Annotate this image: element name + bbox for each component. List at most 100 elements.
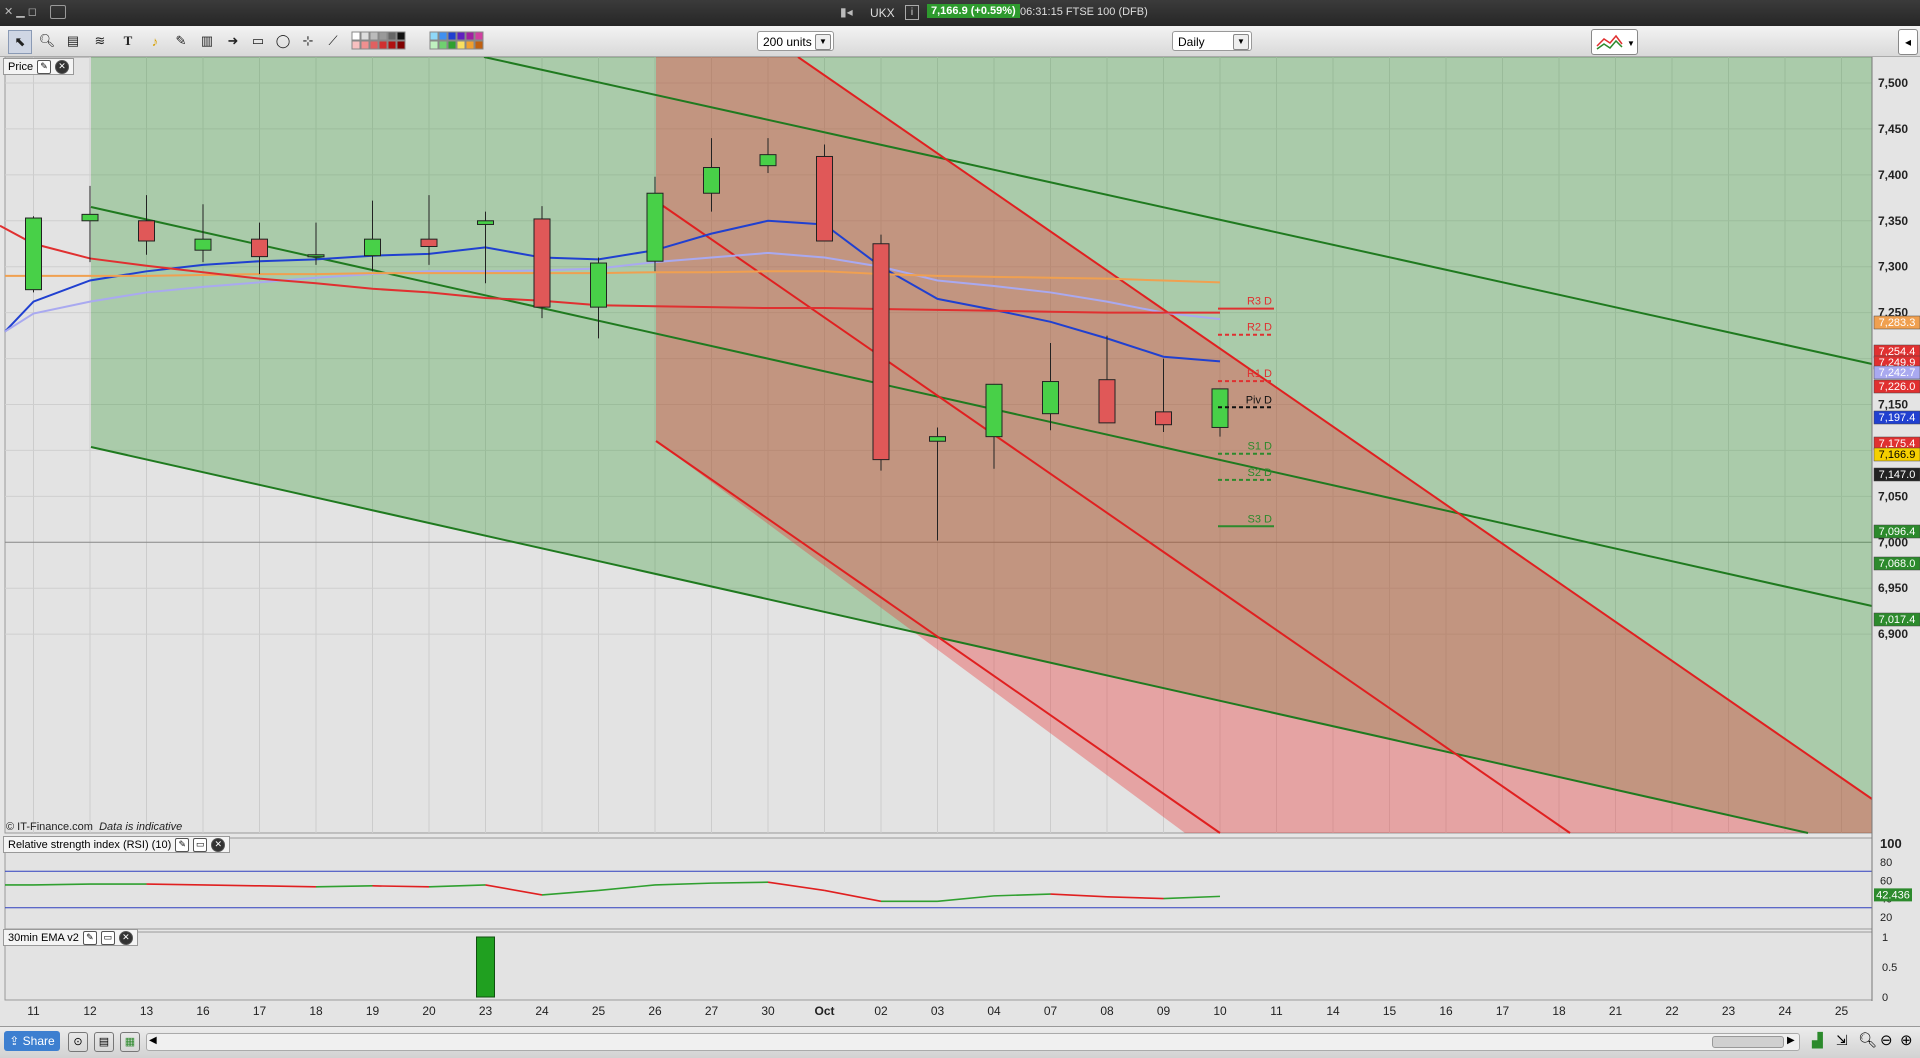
price-badge-label: 7,166.9 <box>1879 449 1916 461</box>
candle-body <box>420 238 438 248</box>
title-bar: ✕ ▁ ◻ ▮◂ UKX i 7,166.9 (+0.59%) 06:31:15… <box>0 0 1920 26</box>
arrow-right-icon[interactable]: ➜ <box>222 30 244 52</box>
x-tick-label: 03 <box>931 1004 945 1018</box>
price-tick-label: 7,400 <box>1878 168 1908 182</box>
ellipse-icon[interactable]: ◯ <box>272 30 294 52</box>
candle-body <box>816 155 833 242</box>
x-tick-label: 24 <box>1778 1004 1792 1018</box>
x-tick-label: 04 <box>987 1004 1001 1018</box>
units-select[interactable]: 200 units ▼ <box>757 31 834 51</box>
ema-panel-title: 30min EMA v2 <box>8 931 79 944</box>
x-tick-label: 14 <box>1326 1004 1340 1018</box>
x-tick-label: 07 <box>1044 1004 1058 1018</box>
candle-body <box>25 217 42 291</box>
candle-body <box>985 383 1003 438</box>
rsi-line-segment <box>146 883 204 886</box>
x-tick-label: 26 <box>648 1004 662 1018</box>
x-tick-label: 27 <box>705 1004 719 1018</box>
sidebar-toggle[interactable]: ◂ <box>1898 29 1918 55</box>
x-tick-label: 15 <box>1383 1004 1397 1018</box>
candle-body <box>81 213 99 222</box>
text-tool-icon[interactable]: T <box>117 30 139 52</box>
price-tick-label: 7,150 <box>1878 398 1908 412</box>
price-badge-label: 7,096.4 <box>1879 526 1916 538</box>
close-icon[interactable]: ✕ <box>118 930 133 945</box>
price-badge-label: 7,242.7 <box>1879 367 1916 379</box>
layout-icon[interactable]: ▦ <box>120 1032 140 1052</box>
pointer-icon[interactable]: ⬉ <box>8 30 32 54</box>
pivot-label: S1 D <box>1248 441 1273 453</box>
rsi-line-segment <box>202 884 260 887</box>
browser-tab-icon[interactable] <box>50 5 66 19</box>
zoom-in-icon[interactable]: ⊕ <box>1900 1031 1913 1049</box>
x-tick-label: 23 <box>1722 1004 1736 1018</box>
fibonacci-icon[interactable]: ▤ <box>62 30 84 52</box>
price-tick-label: 7,500 <box>1878 76 1908 90</box>
rsi-tick-label: 20 <box>1880 912 1892 924</box>
template-icon[interactable]: ▤ <box>94 1032 114 1052</box>
x-tick-label: 24 <box>535 1004 549 1018</box>
x-tick-label: 17 <box>1496 1004 1510 1018</box>
x-tick-label: 23 <box>479 1004 493 1018</box>
rsi-panel-title: Relative strength index (RSI) (10) <box>8 838 172 851</box>
ema-panel-bg <box>4 931 1873 1001</box>
candle-body <box>251 238 268 258</box>
wrench-icon[interactable]: ✎ <box>82 930 97 945</box>
candle-body <box>759 154 777 167</box>
info-icon[interactable]: i <box>905 5 919 20</box>
rsi-line-segment <box>33 883 91 886</box>
trend-line-icon[interactable]: ⟋ <box>322 30 344 52</box>
price-panel-title: Price <box>8 60 34 73</box>
period-select[interactable]: Daily ▼ <box>1172 31 1252 51</box>
magic-wand-icon[interactable]: ✎ <box>170 30 192 52</box>
x-tick-label: 30 <box>761 1004 775 1018</box>
candle-body <box>703 167 720 194</box>
wrench-icon[interactable]: ✎ <box>37 59 52 74</box>
zoom-icon[interactable]: 🔍︎ <box>36 30 58 52</box>
chart-type-button[interactable]: ▼ <box>1591 29 1638 55</box>
copyright: © IT-Finance.com <box>6 821 93 833</box>
horizontal-line-icon[interactable]: ⊹ <box>297 30 319 52</box>
share-button[interactable]: ⇪ Share <box>4 1031 60 1051</box>
chevron-down-icon: ▼ <box>815 34 831 50</box>
link-icon[interactable]: ⊙ <box>68 1032 88 1052</box>
candle-body <box>646 192 664 262</box>
rsi-line-segment <box>259 885 317 888</box>
close-icon[interactable]: ✕ <box>55 59 70 74</box>
horizontal-scrollbar[interactable]: ◀ ▶ <box>146 1033 1800 1051</box>
price-plot[interactable]: R3 D R2 D R1 D Piv D S1 D S2 D S3 D <box>0 57 1873 834</box>
zoom-fit-icon[interactable]: 🔍︎ <box>1858 1031 1877 1049</box>
price-tick-label: 7,350 <box>1878 214 1908 228</box>
alert-bell-icon[interactable]: ♪ <box>144 30 166 52</box>
maximize-icon[interactable]: ▭ <box>193 837 208 852</box>
x-tick-label: 20 <box>422 1004 436 1018</box>
close-icon[interactable]: ✕ <box>211 837 226 852</box>
pivot-label: S2 D <box>1248 467 1273 479</box>
x-tick-label: 19 <box>366 1004 380 1018</box>
scroll-right-icon[interactable]: ▶ <box>1787 1035 1795 1046</box>
window-controls[interactable]: ✕ ▁ ◻ <box>4 5 37 18</box>
rsi-line-segment <box>711 881 769 884</box>
pivot-label: R3 D <box>1247 296 1272 308</box>
x-tick-label: 11 <box>1270 1004 1283 1018</box>
x-tick-label: 10 <box>1213 1004 1227 1018</box>
chart-settings-icon[interactable]: ▟ <box>1812 1032 1823 1049</box>
x-tick-label: 25 <box>592 1004 606 1018</box>
wrench-icon[interactable]: ✎ <box>175 837 190 852</box>
x-tick-label: 16 <box>1439 1004 1453 1018</box>
candlestick-chart-icon: ▼ <box>1596 34 1635 50</box>
maximize-icon[interactable]: ▭ <box>100 930 115 945</box>
chart-area[interactable]: R3 D R2 D R1 D Piv D S1 D S2 D S3 D 7,500 7,450… <box>0 57 1920 1026</box>
rsi-panel-label: Relative strength index (RSI) (10) ✎ ▭ ✕ <box>3 836 231 853</box>
x-axis-bg <box>0 1001 1920 1026</box>
color-palette[interactable] <box>350 30 502 52</box>
candle-body <box>364 238 381 257</box>
trash-icon[interactable]: ▥ <box>196 30 218 52</box>
scroll-thumb[interactable] <box>1712 1036 1784 1048</box>
rectangle-icon[interactable]: ▭ <box>247 30 269 52</box>
zoom-out-icon[interactable]: ⊖ <box>1880 1031 1893 1049</box>
scroll-left-icon[interactable]: ◀ <box>149 1035 157 1046</box>
export-icon[interactable]: ⇲ <box>1836 1032 1848 1049</box>
channel-icon[interactable]: ≋ <box>89 30 111 52</box>
ema-signal-bar <box>476 936 495 998</box>
